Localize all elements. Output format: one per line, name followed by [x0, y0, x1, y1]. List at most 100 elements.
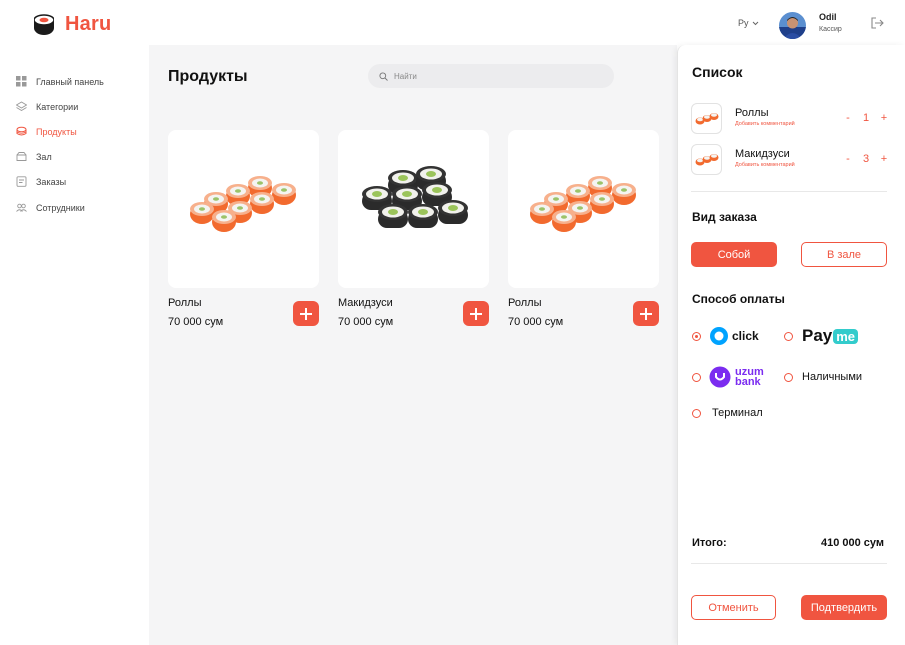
- payment-method-title: Способ оплаты: [692, 292, 785, 306]
- sidebar-item-categories[interactable]: Категории: [16, 101, 78, 112]
- add-to-order-button[interactable]: [463, 301, 489, 326]
- product-name: Роллы: [168, 297, 202, 309]
- product-image[interactable]: [168, 130, 319, 288]
- increase-button[interactable]: +: [879, 153, 889, 165]
- uzum-brand-icon: [709, 366, 731, 388]
- products-main: Продукты Найти Роллы 70 000 сум Макидзус…: [149, 45, 677, 645]
- order-item: Макидзуси Добавить комментарий - 3 +: [691, 144, 891, 176]
- sidebar-item-label: Категории: [36, 101, 79, 112]
- order-type-title: Вид заказа: [692, 210, 757, 224]
- language-label: Ру: [738, 18, 749, 28]
- total-label: Итого:: [692, 537, 727, 549]
- product-card[interactable]: Роллы 70 000 сум: [508, 130, 660, 328]
- order-panel: Список Роллы Добавить комментарий - 1 + …: [677, 45, 905, 645]
- product-name: Макидзуси: [338, 297, 393, 309]
- logout-icon[interactable]: [870, 17, 884, 29]
- payme-brand-text: Pay: [802, 326, 833, 345]
- plus-icon: [640, 307, 652, 320]
- sidebar: Главный панель Категории Продукты Зал За…: [0, 45, 149, 645]
- chevron-down-icon: [752, 21, 758, 25]
- search-input[interactable]: [394, 71, 594, 81]
- payment-radio-uzum[interactable]: [692, 373, 701, 382]
- add-to-order-button[interactable]: [293, 301, 319, 326]
- dine-in-button[interactable]: В зале: [801, 242, 887, 267]
- sidebar-item-label: Продукты: [36, 126, 77, 137]
- payment-terminal-label[interactable]: Терминал: [712, 407, 763, 419]
- plus-icon: [300, 307, 312, 320]
- sidebar-item-hall[interactable]: Зал: [16, 151, 52, 162]
- product-image[interactable]: [338, 130, 489, 288]
- click-logo[interactable]: click: [709, 326, 759, 346]
- product-price: 70 000 сум: [338, 316, 394, 328]
- user-photo: [779, 12, 806, 39]
- payment-radio-terminal[interactable]: [692, 409, 701, 418]
- orders-icon: [16, 176, 27, 187]
- uzum-bank-logo[interactable]: uzum bank: [709, 366, 764, 388]
- roll-row: [190, 176, 296, 232]
- order-item-name: Макидзуси: [735, 148, 790, 160]
- payme-brand-badge: me: [833, 328, 859, 344]
- cancel-button[interactable]: Отменить: [691, 595, 776, 620]
- confirm-button[interactable]: Подтвердить: [801, 595, 887, 620]
- top-header: Haru Ру Odil Кассир: [0, 0, 905, 45]
- sidebar-item-products[interactable]: Продукты: [16, 126, 77, 137]
- order-item-thumbnail: [691, 144, 722, 175]
- users-icon: [16, 203, 27, 212]
- click-brand-icon: [710, 327, 728, 345]
- dashboard-icon: [16, 76, 27, 87]
- maki-rolls-image: [362, 166, 468, 228]
- sidebar-item-orders[interactable]: Заказы: [16, 176, 66, 187]
- quantity-value: 1: [862, 112, 870, 124]
- divider: [691, 563, 887, 564]
- salmon-rolls-image: [530, 176, 636, 232]
- payment-radio-cash[interactable]: [784, 373, 793, 382]
- takeaway-button[interactable]: Собой: [691, 242, 777, 267]
- layers-icon: [16, 101, 27, 112]
- payment-radio-click[interactable]: [692, 332, 701, 341]
- total-value: 410 000 сум: [820, 537, 884, 549]
- avatar[interactable]: [779, 12, 806, 39]
- payme-logo[interactable]: Pay me: [802, 326, 859, 346]
- panel-title: Список: [692, 64, 743, 80]
- sidebar-item-label: Главный панель: [36, 76, 104, 87]
- sidebar-item-label: Заказы: [36, 176, 67, 187]
- language-selector[interactable]: Ру: [738, 18, 759, 28]
- sidebar-item-label: Сотрудники: [36, 202, 85, 213]
- brand-name: Haru: [65, 13, 112, 35]
- add-to-order-button[interactable]: [633, 301, 659, 326]
- page-title: Продукты: [168, 68, 248, 85]
- order-item: Роллы Добавить комментарий - 1 +: [691, 103, 891, 135]
- search-box[interactable]: [368, 64, 614, 88]
- product-price: 70 000 сум: [508, 316, 564, 328]
- salmon-rolls-thumb: [695, 112, 718, 124]
- sushi-icon: [16, 126, 27, 136]
- logo[interactable]: Haru: [34, 13, 111, 36]
- quantity-value: 3: [862, 153, 870, 165]
- sidebar-item-employees[interactable]: Сотрудники: [16, 202, 85, 213]
- product-card[interactable]: Макидзуси 70 000 сум: [338, 130, 490, 328]
- sushi-logo-icon: [34, 14, 54, 35]
- user-name: Odil: [819, 12, 837, 22]
- hall-icon: [16, 152, 27, 161]
- quantity-stepper: - 3 +: [843, 153, 889, 165]
- product-card[interactable]: Роллы 70 000 сум: [168, 130, 320, 328]
- plus-icon: [470, 307, 482, 320]
- add-comment-link[interactable]: Добавить комментарий: [735, 162, 795, 168]
- product-name: Роллы: [508, 297, 542, 309]
- decrease-button[interactable]: -: [843, 153, 853, 165]
- decrease-button[interactable]: -: [843, 112, 853, 124]
- increase-button[interactable]: +: [879, 112, 889, 124]
- divider: [691, 191, 887, 192]
- uzum-brand-text: uzum bank: [735, 367, 764, 388]
- user-role: Кассир: [819, 26, 842, 33]
- add-comment-link[interactable]: Добавить комментарий: [735, 121, 795, 127]
- payment-radio-payme[interactable]: [784, 332, 793, 341]
- quantity-stepper: - 1 +: [843, 112, 889, 124]
- search-icon: [379, 71, 388, 81]
- product-image[interactable]: [508, 130, 659, 288]
- bank-word: bank: [735, 376, 761, 388]
- order-item-name: Роллы: [735, 107, 769, 119]
- sidebar-item-dashboard[interactable]: Главный панель: [16, 76, 104, 87]
- maki-rolls-thumb: [695, 153, 718, 165]
- payment-cash-label[interactable]: Наличными: [802, 371, 862, 383]
